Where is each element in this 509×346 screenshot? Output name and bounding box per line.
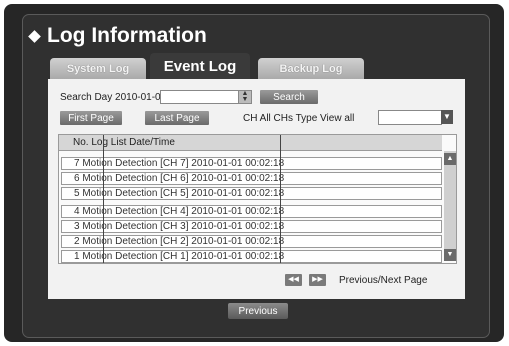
list-item[interactable]: 2 Motion Detection [CH 2] 2010-01-01 00:… — [61, 235, 442, 248]
list-item[interactable]: 7 Motion Detection [CH 7] 2010-01-01 00:… — [61, 157, 442, 170]
tab-system-log[interactable]: System Log — [50, 58, 146, 80]
list-item[interactable]: 4 Motion Detection [CH 4] 2010-01-01 00:… — [61, 205, 442, 218]
first-page-label: First Page — [68, 112, 114, 124]
search-button[interactable]: Search — [260, 90, 318, 104]
scroll-up-icon[interactable]: ▲ — [444, 153, 456, 165]
tab-label: System Log — [66, 63, 130, 75]
search-day-label: Search Day 2010-01-01 — [60, 92, 167, 103]
chevron-down-icon[interactable]: ▼ — [441, 110, 453, 124]
list-scrollbar[interactable] — [444, 151, 456, 261]
list-header: No. Log List Date/Time — [59, 135, 442, 151]
previous-page-icon[interactable]: ◀◀ — [285, 274, 302, 286]
date-spinner[interactable]: ▲ ▼ — [238, 90, 251, 103]
prev-next-page-label: Previous/Next Page — [339, 275, 428, 286]
column-divider — [280, 135, 281, 263]
scroll-down-icon[interactable]: ▼ — [444, 249, 456, 261]
event-log-list: No. Log List Date/Time 7 Motion Detectio… — [58, 134, 457, 264]
channel-type-label: CH All CHs Type View all — [243, 113, 355, 124]
search-button-label: Search — [273, 91, 305, 103]
list-item[interactable]: 3 Motion Detection [CH 3] 2010-01-01 00:… — [61, 220, 442, 233]
page-title: Log Information — [28, 24, 207, 48]
tab-backup-log[interactable]: Backup Log — [258, 58, 364, 80]
first-page-button[interactable]: First Page — [60, 111, 122, 125]
previous-button[interactable]: Previous — [228, 303, 288, 319]
list-item[interactable]: 5 Motion Detection [CH 5] 2010-01-01 00:… — [61, 187, 442, 200]
type-select[interactable] — [378, 110, 442, 125]
next-page-icon[interactable]: ▶▶ — [309, 274, 326, 286]
last-page-button[interactable]: Last Page — [145, 111, 209, 125]
tab-label: Backup Log — [279, 63, 343, 75]
last-page-label: Last Page — [154, 112, 200, 124]
page-title-text: Log Information — [47, 24, 207, 47]
tab-event-log[interactable]: Event Log — [150, 53, 250, 80]
list-item[interactable]: 6 Motion Detection [CH 6] 2010-01-01 00:… — [61, 172, 442, 185]
list-item[interactable]: 1 Motion Detection [CH 1] 2010-01-01 00:… — [61, 250, 442, 263]
column-divider — [103, 135, 104, 263]
previous-button-label: Previous — [238, 305, 278, 317]
tab-label: Event Log — [163, 58, 237, 75]
diamond-icon — [28, 29, 41, 43]
